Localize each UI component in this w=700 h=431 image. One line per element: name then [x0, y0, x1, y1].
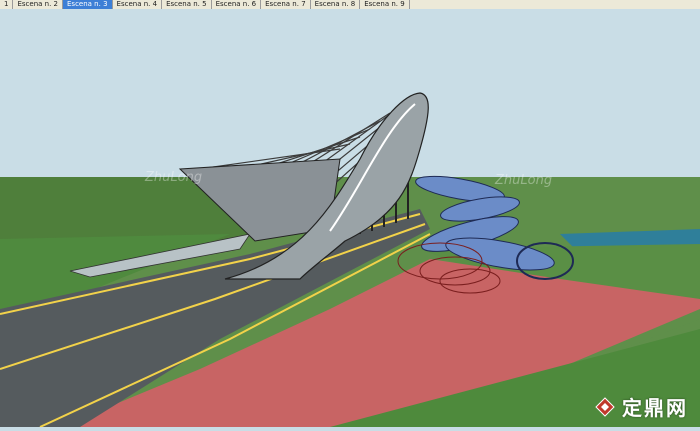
3d-viewport[interactable]: [0, 9, 700, 428]
sky: [0, 9, 700, 184]
watermark-right: ZhuLong: [495, 173, 553, 188]
scene-tab[interactable]: Escena n. 9: [360, 0, 410, 9]
brand-logo-icon: [595, 396, 615, 417]
watermark-left: ZhuLong: [145, 170, 203, 185]
scene-tab[interactable]: Escena n. 5: [162, 0, 212, 9]
scene-tab[interactable]: Escena n. 2: [13, 0, 63, 9]
scene-tab[interactable]: Escena n. 7: [261, 0, 311, 9]
brand-watermark: 定鼎网: [594, 392, 688, 421]
scene-tab[interactable]: Escena n. 8: [311, 0, 361, 9]
brand-text: 定鼎网: [622, 396, 688, 420]
scene-tab[interactable]: 1: [0, 0, 14, 9]
scene-tab[interactable]: Escena n. 4: [113, 0, 163, 9]
scene-tab[interactable]: Escena n. 3: [63, 0, 113, 9]
scene-tab[interactable]: Escena n. 6: [212, 0, 262, 9]
